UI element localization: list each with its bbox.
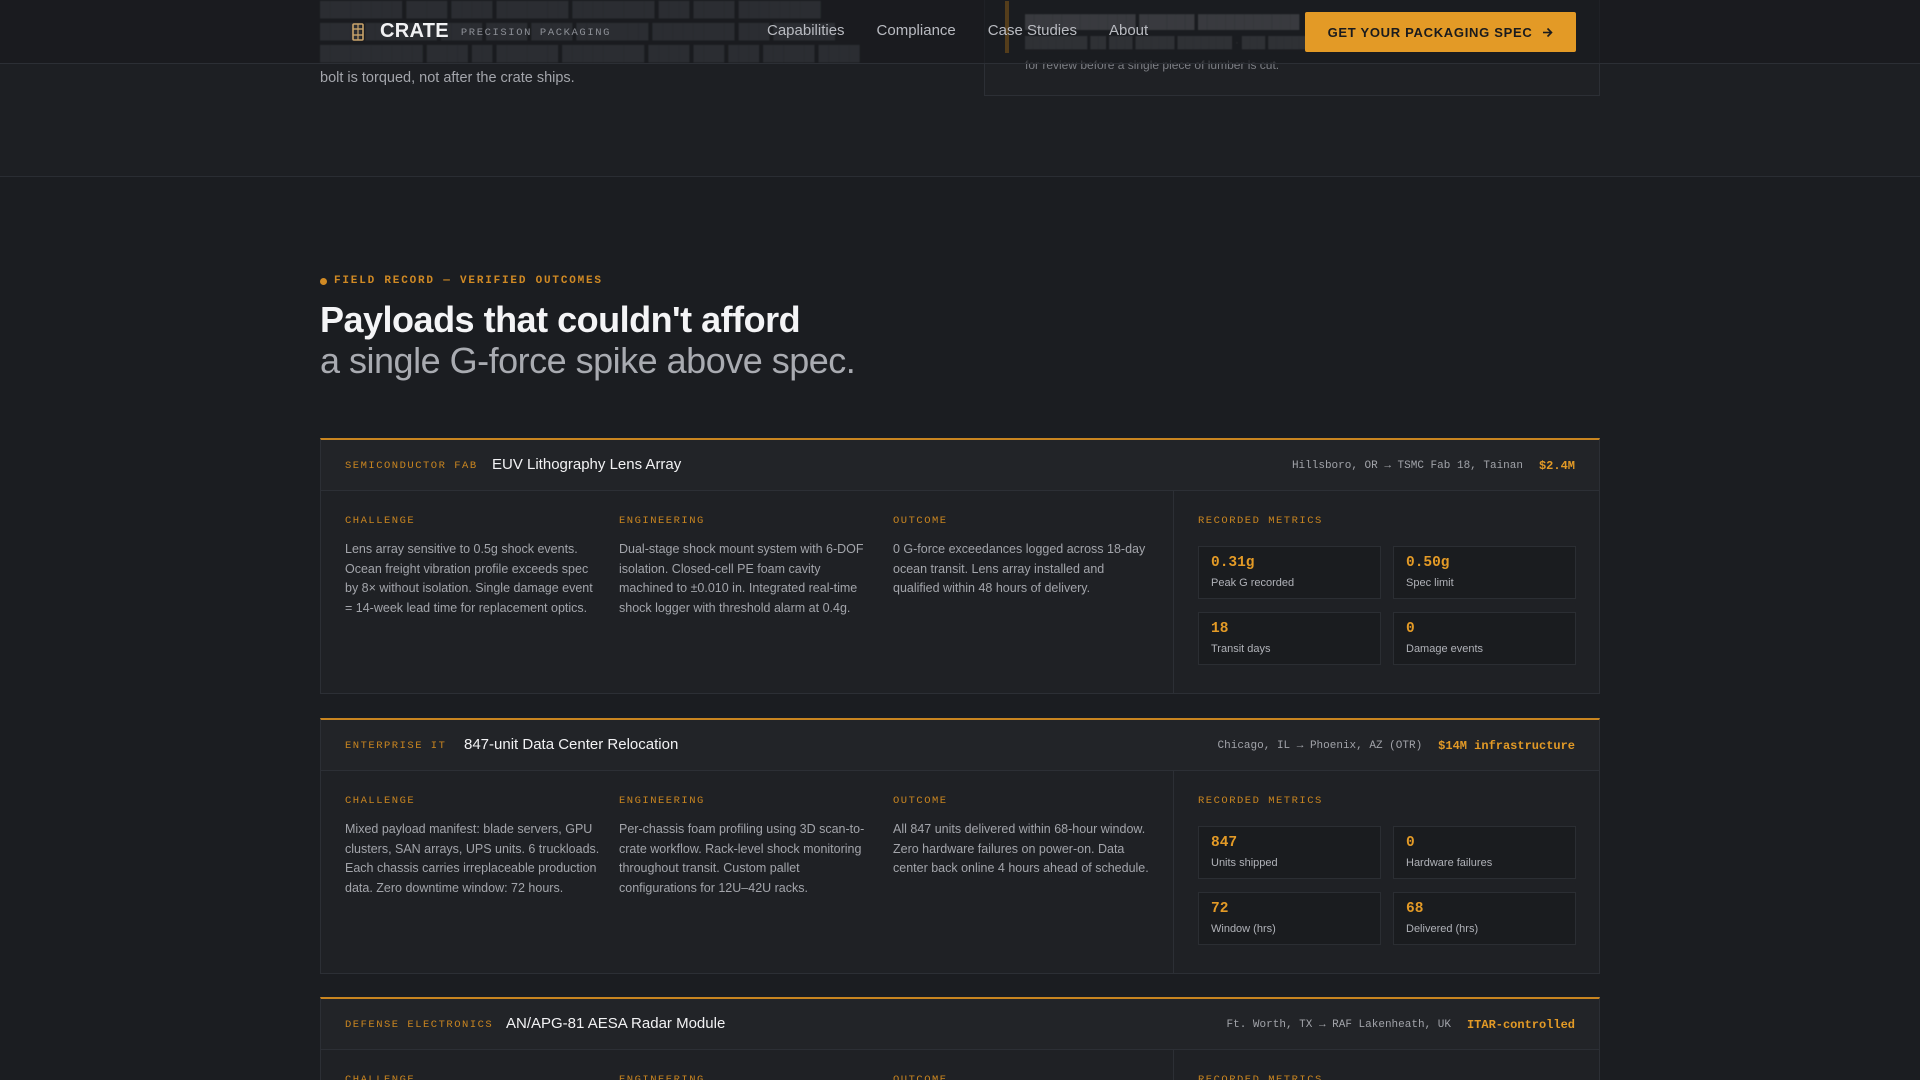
nav-links: Capabilities Compliance Case Studies Abo… (767, 22, 1180, 39)
metrics-label: RECORDED METRICS (1198, 515, 1323, 527)
engineering-column: ENGINEERING (619, 1074, 875, 1080)
metrics-panel: RECORDED METRICS 847 Units shipped 0 Har… (1173, 771, 1599, 973)
case-industry-tag: SEMICONDUCTOR FAB (345, 460, 478, 472)
nav-link-capabilities[interactable]: Capabilities (767, 22, 845, 39)
outcome-text: All 847 units delivered within 68-hour w… (893, 822, 1149, 875)
engineering-text: Dual-stage shock mount system with 6-DOF… (619, 542, 864, 615)
metric-tile: 18 Transit days (1198, 612, 1381, 665)
engineering-column: ENGINEERING Dual-stage shock mount syste… (619, 515, 875, 618)
metric-value: 0.31g (1211, 555, 1255, 571)
engineering-column: ENGINEERING Per-chassis foam profiling u… (619, 795, 875, 898)
outcome-text: 0 G-force exceedances logged across 18-d… (893, 542, 1146, 595)
navbar: CRATE PRECISION PACKAGING Capabilities C… (0, 0, 1920, 64)
metric-value: 68 (1406, 901, 1424, 917)
metrics-panel: RECORDED METRICS 0.31g Peak G recorded 0… (1173, 491, 1599, 693)
case-body: CHALLENGE Mixed payload manifest: blade … (321, 771, 1599, 973)
challenge-label: CHALLENGE (345, 1074, 416, 1080)
metric-label: Spec limit (1406, 577, 1454, 589)
metric-value: 0.50g (1406, 555, 1450, 571)
metric-tile: 847 Units shipped (1198, 826, 1381, 879)
metric-tile: 0 Hardware failures (1393, 826, 1576, 879)
challenge-label: CHALLENGE (345, 515, 416, 527)
metric-tile: 72 Window (hrs) (1198, 892, 1381, 945)
case-card-radar-module[interactable]: DEFENSE ELECTRONICS AN/APG-81 AESA Radar… (320, 997, 1600, 1080)
case-body: CHALLENGE Lens array sensitive to 0.5g s… (321, 491, 1599, 693)
case-card-data-center[interactable]: ENTERPRISE IT 847-unit Data Center Reloc… (320, 718, 1600, 974)
case-industry-tag: ENTERPRISE IT (345, 740, 447, 752)
metric-tile: 0.31g Peak G recorded (1198, 546, 1381, 599)
cta-label: GET YOUR PACKAGING SPEC (1327, 24, 1533, 40)
challenge-column: CHALLENGE Lens array sensitive to 0.5g s… (345, 515, 601, 618)
metric-tile: 0 Damage events (1393, 612, 1576, 665)
outcome-label: OUTCOME (893, 515, 948, 527)
case-header: DEFENSE ELECTRONICS AN/APG-81 AESA Radar… (321, 999, 1599, 1050)
engineering-text: Per-chassis foam profiling using 3D scan… (619, 822, 865, 895)
case-header: ENTERPRISE IT 847-unit Data Center Reloc… (321, 720, 1599, 771)
case-route: Hillsboro, OR → TSMC Fab 18, Tainan (1291, 460, 1523, 472)
metric-label: Hardware failures (1406, 857, 1493, 869)
section-title: Payloads that couldn't afford (320, 299, 801, 340)
challenge-label: CHALLENGE (345, 795, 416, 807)
case-header: SEMICONDUCTOR FAB EUV Lithography Lens A… (321, 440, 1599, 491)
case-value: $2.4M (1538, 459, 1575, 473)
eyebrow-dot-icon (320, 277, 327, 285)
arrow-right-icon (1543, 27, 1554, 37)
challenge-column: CHALLENGE (345, 1074, 601, 1080)
case-industry-tag: DEFENSE ELECTRONICS (345, 1019, 494, 1031)
case-route: Chicago, IL → Phoenix, AZ (OTR) (1217, 740, 1423, 752)
metric-tile: 0.50g Spec limit (1393, 546, 1576, 599)
metrics-label: RECORDED METRICS (1198, 1074, 1323, 1080)
outcome-label: OUTCOME (893, 1074, 948, 1080)
outcome-column: OUTCOME (893, 1074, 1149, 1080)
brand-tagline: PRECISION PACKAGING (460, 26, 612, 39)
case-value: $14M infrastructure (1438, 739, 1575, 753)
challenge-column: CHALLENGE Mixed payload manifest: blade … (345, 795, 601, 898)
case-title: AN/APG-81 AESA Radar Module (506, 1015, 726, 1032)
outcome-column: OUTCOME All 847 units delivered within 6… (893, 795, 1149, 879)
case-body: CHALLENGE ENGINEERING OUTCOME RECORDED M… (321, 1050, 1599, 1080)
metric-label: Transit days (1211, 643, 1271, 655)
engineering-label: ENGINEERING (619, 795, 705, 807)
case-value: ITAR-controlled (1466, 1018, 1575, 1032)
case-meta: Ft. Worth, TX → RAF Lakenheath, UK ITAR-… (1227, 1018, 1575, 1032)
case-title: 847-unit Data Center Relocation (464, 736, 679, 753)
crate-logo-icon (352, 22, 364, 41)
metric-value: 0 (1406, 835, 1415, 851)
case-title: EUV Lithography Lens Array (492, 456, 682, 473)
get-packaging-spec-button[interactable]: GET YOUR PACKAGING SPEC (1305, 12, 1576, 52)
engineering-label: ENGINEERING (619, 1074, 705, 1080)
metric-value: 0 (1406, 621, 1415, 637)
case-meta: Chicago, IL → Phoenix, AZ (OTR) $14M inf… (1218, 739, 1575, 753)
intro-last-line: bolt is torqued, not after the crate shi… (320, 70, 575, 86)
outcome-column: OUTCOME 0 G-force exceedances logged acr… (893, 515, 1149, 599)
challenge-text: Mixed payload manifest: blade servers, G… (345, 822, 600, 895)
outcome-label: OUTCOME (893, 795, 948, 807)
metric-label: Window (hrs) (1211, 923, 1276, 935)
brand[interactable]: CRATE PRECISION PACKAGING (350, 20, 611, 43)
metric-label: Peak G recorded (1211, 577, 1295, 589)
brand-name: CRATE (380, 20, 449, 42)
metric-value: 18 (1211, 621, 1229, 637)
metric-label: Delivered (hrs) (1406, 923, 1479, 935)
case-route: Ft. Worth, TX → RAF Lakenheath, UK (1226, 1019, 1451, 1031)
section-eyebrow: FIELD RECORD — VERIFIED OUTCOMES (320, 275, 603, 287)
metric-label: Units shipped (1211, 857, 1278, 869)
case-meta: Hillsboro, OR → TSMC Fab 18, Tainan $2.4… (1292, 459, 1575, 473)
metric-tile: 68 Delivered (hrs) (1393, 892, 1576, 945)
nav-link-compliance[interactable]: Compliance (877, 22, 956, 39)
nav-link-about[interactable]: About (1109, 22, 1148, 39)
section-subtitle: a single G-force spike above spec. (320, 340, 856, 381)
nav-link-case-studies[interactable]: Case Studies (988, 22, 1077, 39)
metric-label: Damage events (1406, 643, 1484, 655)
eyebrow-text: FIELD RECORD — VERIFIED OUTCOMES (334, 275, 603, 287)
metric-value: 72 (1211, 901, 1229, 917)
metrics-label: RECORDED METRICS (1198, 795, 1323, 807)
metrics-panel: RECORDED METRICS (1173, 1050, 1599, 1080)
challenge-text: Lens array sensitive to 0.5g shock event… (345, 542, 593, 615)
metric-value: 847 (1211, 835, 1238, 851)
engineering-label: ENGINEERING (619, 515, 705, 527)
case-card-euv-lens[interactable]: SEMICONDUCTOR FAB EUV Lithography Lens A… (320, 438, 1600, 694)
